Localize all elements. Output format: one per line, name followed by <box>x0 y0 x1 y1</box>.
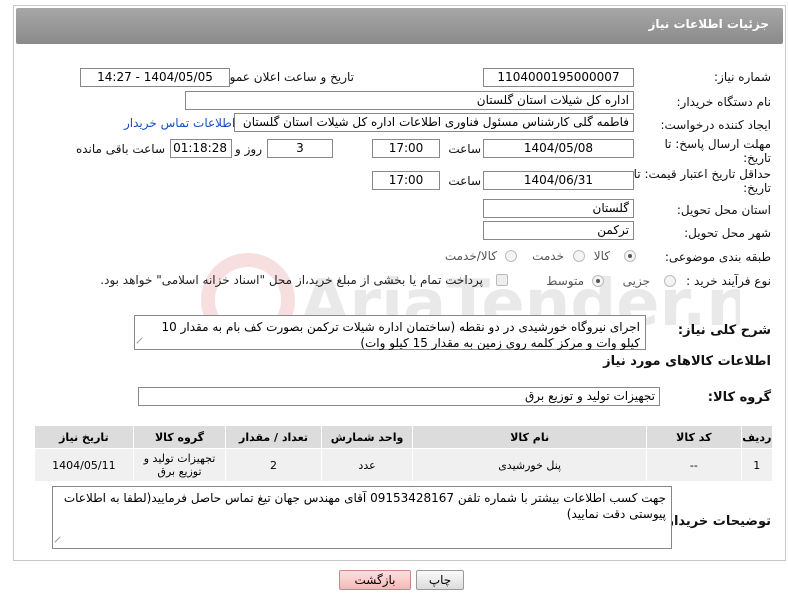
col-qty: تعداد / مقدار <box>225 425 322 449</box>
category-label: طبقه بندی موضوعی: <box>664 250 771 264</box>
col-code: کد کالا <box>646 425 742 449</box>
category-goods-label: کالا <box>593 249 610 263</box>
province-field: گلستان <box>483 199 634 218</box>
days-field: 3 <box>267 139 333 158</box>
table-row: 1 -- پنل خورشیدی عدد 2 تجهیزات تولید و ت… <box>34 448 774 482</box>
buyer-org-label: نام دستگاه خریدار: <box>676 95 772 109</box>
validity-date-field: 1404/06/31 <box>483 171 634 190</box>
validity-time-field: 17:00 <box>372 171 440 190</box>
print-button[interactable]: چاپ <box>416 570 464 590</box>
goods-group-label: گروه کالا: <box>707 390 771 405</box>
remaining-label: ساعت باقی مانده <box>75 142 165 156</box>
category-service-label: خدمت <box>532 249 564 263</box>
creator-field: فاطمه گلی کارشناس مسئول فناوری اطلاعات ا… <box>234 113 634 132</box>
process-radio-minor[interactable] <box>664 275 676 287</box>
city-field: ترکمن <box>483 221 634 240</box>
cell-row: 1 <box>740 448 774 482</box>
header-bar: جزئیات اطلاعات نیاز <box>16 8 783 44</box>
category-radio-goods[interactable] <box>624 250 636 262</box>
buyer-notes-text: جهت کسب اطلاعات بیشتر با شماره تلفن 0915… <box>63 491 666 521</box>
category-radio-goods-service[interactable] <box>505 250 517 262</box>
city-label: شهر محل تحویل: <box>684 226 771 240</box>
cell-code: -- <box>646 448 742 482</box>
remaining-time-field: 01:18:28 <box>170 139 232 158</box>
validity-time-label: ساعت <box>448 174 481 188</box>
deadline-label: مهلت ارسال پاسخ: تا تاریخ: <box>664 137 771 165</box>
page-title: جزئیات اطلاعات نیاز <box>648 17 769 31</box>
category-radio-service[interactable] <box>573 250 585 262</box>
announce-label: تاریخ و ساعت اعلان عمومی: <box>209 70 354 84</box>
col-row: ردیف <box>740 425 774 449</box>
resize-grip-icon[interactable] <box>54 536 66 548</box>
creator-label: ایجاد کننده درخواست: <box>660 118 771 132</box>
treasury-payment-checkbox[interactable] <box>496 274 508 286</box>
buyer-notes-label: توضیحات خریدار: <box>661 514 771 529</box>
deadline-date-field: 1404/05/08 <box>483 139 634 158</box>
resize-grip-icon[interactable] <box>136 337 148 349</box>
cell-unit: عدد <box>320 448 414 482</box>
col-group: گروه کالا <box>132 425 227 449</box>
cell-group: تجهیزات تولید و توزیع برق <box>132 448 227 482</box>
validity-label: حداقل تاریخ اعتبار قیمت: تا تاریخ: <box>633 167 771 195</box>
process-minor-label: جزیی <box>622 274 650 288</box>
description-textarea[interactable]: اجرای نیروگاه خورشیدی در دو نقطه (ساختما… <box>134 315 646 350</box>
process-medium-label: متوسط <box>546 274 584 288</box>
buyer-org-field: اداره کل شیلات استان گلستان <box>185 91 634 110</box>
cell-date: 1404/05/11 <box>34 448 134 482</box>
goods-table-header: ردیف کد کالا نام کالا واحد شمارش تعداد /… <box>34 425 774 449</box>
back-button[interactable]: بازگشت <box>339 570 411 590</box>
col-name: نام کالا <box>412 425 648 449</box>
process-radio-medium[interactable] <box>592 275 604 287</box>
days-label: روز و <box>235 142 262 156</box>
goods-section-title: اطلاعات کالاهای مورد نیاز <box>603 354 771 369</box>
deadline-time-field: 17:00 <box>372 139 440 158</box>
goods-table: ردیف کد کالا نام کالا واحد شمارش تعداد /… <box>34 425 774 482</box>
contact-buyer-link[interactable]: اطلاعات تماس خریدار <box>124 116 235 130</box>
payment-note: پرداخت تمام یا بخشی از مبلغ خرید،از محل … <box>100 273 483 287</box>
description-label: شرح کلی نیاز: <box>677 323 771 338</box>
deadline-time-label: ساعت <box>448 142 481 156</box>
category-goods-service-label: کالا/خدمت <box>444 249 497 263</box>
col-unit: واحد شمارش <box>320 425 414 449</box>
cell-qty: 2 <box>225 448 322 482</box>
need-number-label: شماره نیاز: <box>714 70 771 84</box>
cell-name: پنل خورشیدی <box>412 448 648 482</box>
announce-field: 1404/05/05 - 14:27 <box>80 68 230 87</box>
goods-group-field: تجهیزات تولید و توزیع برق <box>138 387 660 406</box>
need-number-field: 1104000195000007 <box>483 68 634 87</box>
buyer-notes-textarea[interactable]: جهت کسب اطلاعات بیشتر با شماره تلفن 0915… <box>52 486 672 549</box>
col-date: تاریخ نیاز <box>34 425 134 449</box>
process-label: نوع فرآیند خرید : <box>686 274 771 288</box>
province-label: استان محل تحویل: <box>676 203 771 217</box>
description-text: اجرای نیروگاه خورشیدی در دو نقطه (ساختما… <box>161 320 640 350</box>
